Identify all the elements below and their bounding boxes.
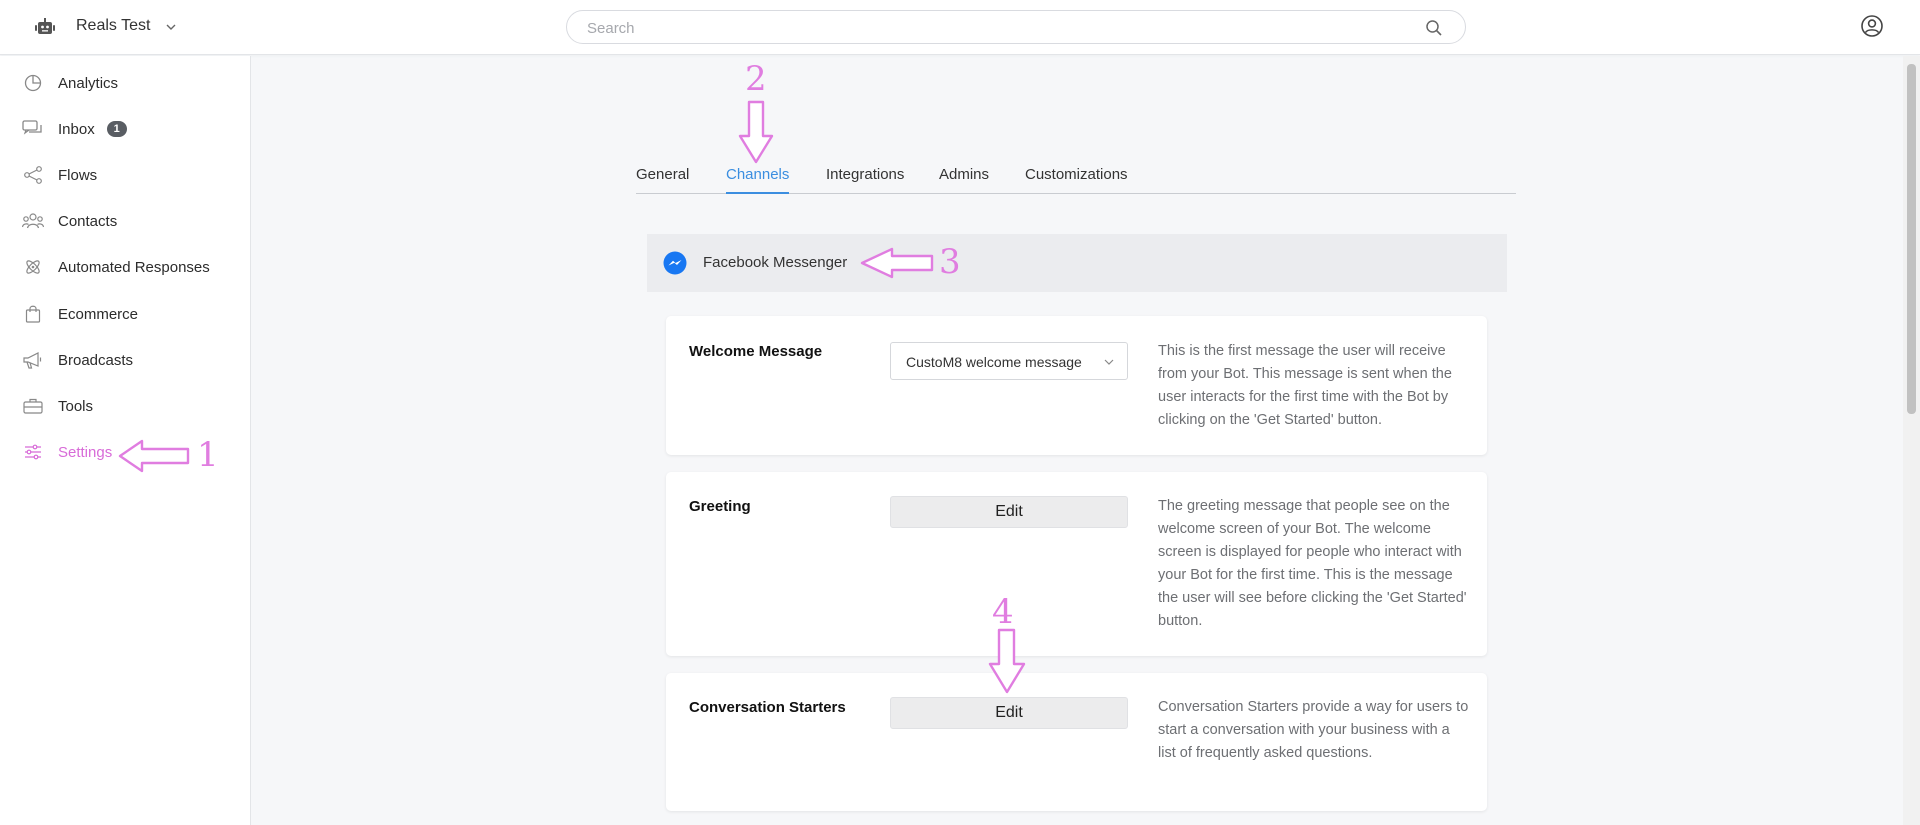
- conversation-starters-edit-button[interactable]: Edit: [890, 697, 1128, 729]
- sidebar-item-flows[interactable]: Flows: [22, 160, 97, 190]
- inbox-count-badge: 1: [106, 121, 127, 137]
- people-icon: [22, 210, 44, 232]
- user-account-icon[interactable]: [1860, 14, 1884, 38]
- annotation-arrow-down-icon: [738, 100, 774, 164]
- welcome-message-select[interactable]: CustoM8 welcome message: [890, 342, 1128, 380]
- conversation-starters-card: Conversation Starters Edit Conversation …: [666, 673, 1487, 811]
- conversation-starters-title: Conversation Starters: [689, 699, 846, 716]
- bot-name[interactable]: Reals Test: [76, 17, 150, 35]
- tab-channels[interactable]: Channels: [726, 166, 790, 194]
- sidebar-item-automated-responses[interactable]: Automated Responses: [22, 252, 210, 282]
- top-bar: Reals Test: [0, 0, 1920, 55]
- sidebar-item-label: Inbox: [58, 120, 95, 138]
- welcome-message-card: Welcome Message CustoM8 welcome message …: [666, 316, 1487, 455]
- annotation-arrow-down-icon: [988, 628, 1026, 694]
- channel-title: Facebook Messenger: [703, 254, 848, 271]
- sidebar-item-label: Contacts: [58, 212, 118, 230]
- sidebar-item-broadcasts[interactable]: Broadcasts: [22, 345, 133, 375]
- sidebar-item-tools[interactable]: Tools: [22, 391, 93, 421]
- sidebar-item-inbox[interactable]: Inbox 1: [22, 114, 127, 144]
- sidebar-item-ecommerce[interactable]: Ecommerce: [22, 299, 138, 329]
- atom-icon: [22, 256, 44, 278]
- shopping-bag-icon: [22, 303, 44, 325]
- scrollbar[interactable]: [1903, 56, 1920, 825]
- megaphone-icon: [22, 349, 44, 371]
- sidebar-item-contacts[interactable]: Contacts: [22, 206, 117, 236]
- welcome-message-title: Welcome Message: [689, 343, 823, 360]
- tab-admins[interactable]: Admins: [939, 166, 989, 194]
- sidebar-item-settings[interactable]: Settings: [22, 437, 112, 467]
- greeting-title: Greeting: [689, 498, 751, 515]
- chat-bubbles-icon: [22, 118, 44, 140]
- greeting-edit-button[interactable]: Edit: [890, 496, 1128, 528]
- robot-icon: [35, 18, 55, 34]
- facebook-messenger-icon: [663, 251, 687, 275]
- tab-general[interactable]: General: [636, 166, 689, 194]
- tab-integrations[interactable]: Integrations: [826, 166, 904, 194]
- sidebar-item-label: Tools: [58, 397, 94, 415]
- welcome-message-description: This is the first message the user will …: [1158, 343, 1452, 428]
- channel-header[interactable]: Facebook Messenger: [647, 234, 1507, 292]
- settings-tabs: General Channels Integrations Admins Cus…: [636, 160, 1516, 194]
- annotation-number-1: 1: [197, 435, 219, 475]
- welcome-message-selected-value: CustoM8 welcome message: [906, 354, 1082, 370]
- annotation-number-2: 2: [745, 59, 767, 99]
- search-bar[interactable]: [566, 10, 1466, 44]
- sidebar-item-label: Broadcasts: [58, 351, 134, 369]
- chevron-down-icon[interactable]: [164, 20, 178, 34]
- search-input[interactable]: [587, 18, 1407, 38]
- scrollbar-thumb[interactable]: [1907, 64, 1916, 414]
- annotation-number-4: 4: [992, 592, 1014, 632]
- flow-nodes-icon: [22, 164, 44, 186]
- toolbox-icon: [22, 395, 44, 417]
- sliders-icon: [22, 441, 44, 463]
- greeting-card: Greeting Edit The greeting message that …: [666, 472, 1487, 656]
- tab-customizations[interactable]: Customizations: [1025, 166, 1128, 194]
- chevron-down-icon: [1104, 359, 1114, 365]
- sidebar-item-label: Settings: [58, 443, 113, 461]
- sidebar-item-label: Automated Responses: [58, 258, 210, 276]
- sidebar-item-label: Analytics: [58, 74, 119, 92]
- annotation-arrow-left-icon: [118, 439, 190, 473]
- sidebar-item-label: Flows: [58, 166, 98, 184]
- conversation-starters-description: Conversation Starters provide a way for …: [1158, 699, 1469, 761]
- annotation-number-3: 3: [939, 242, 961, 282]
- sidebar-item-label: Ecommerce: [58, 305, 139, 323]
- greeting-description: The greeting message that people see on …: [1158, 498, 1467, 629]
- sidebar-item-analytics[interactable]: Analytics: [22, 68, 118, 98]
- pie-chart-icon: [22, 72, 44, 94]
- search-icon[interactable]: [1425, 19, 1443, 37]
- annotation-arrow-left-icon: [860, 247, 934, 279]
